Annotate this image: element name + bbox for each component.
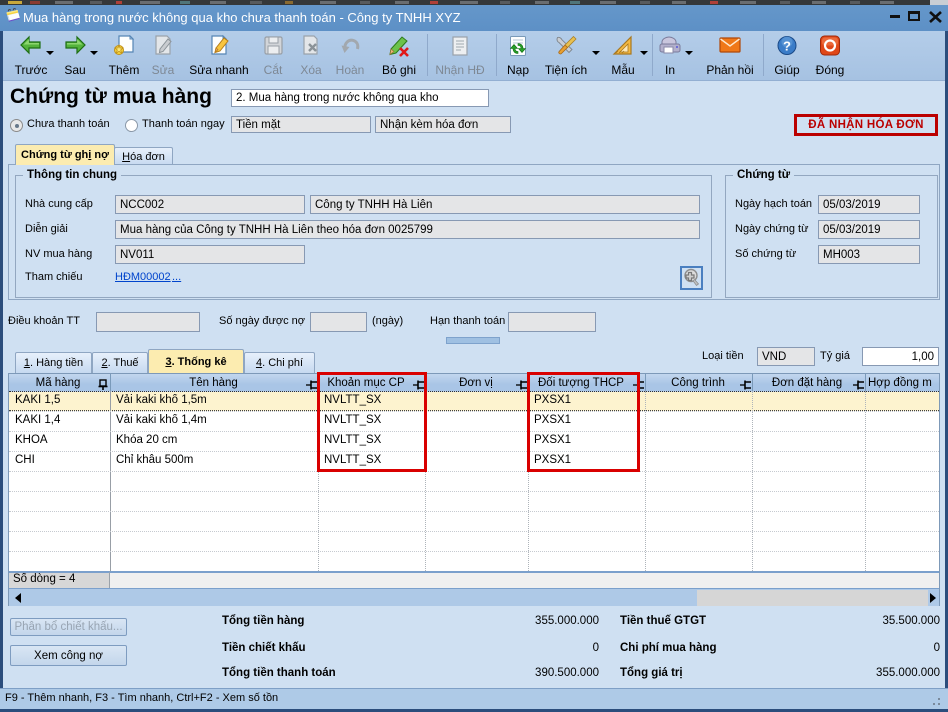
svg-text:?: ? bbox=[783, 39, 791, 54]
